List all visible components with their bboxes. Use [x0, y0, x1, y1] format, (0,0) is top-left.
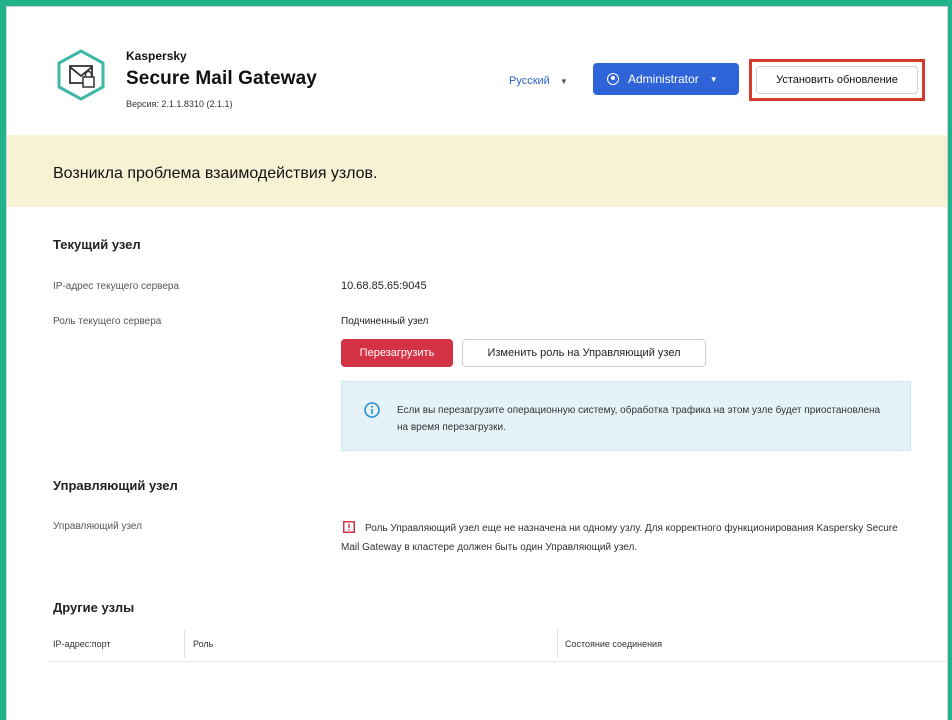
current-role-label: Роль текущего сервера [53, 316, 162, 327]
app-window: Kaspersky Secure Mail Gateway Версия: 2.… [6, 6, 948, 720]
admin-label: Administrator [628, 72, 699, 86]
info-icon [364, 402, 380, 418]
current-node-heading: Текущий узел [53, 237, 141, 252]
current-ip-value: 10.68.85.65:9045 [341, 280, 427, 292]
language-selector[interactable]: Русский ▼ [509, 75, 568, 87]
user-circle-icon [607, 73, 619, 85]
chevron-down-icon: ▼ [559, 76, 568, 86]
admin-menu-button[interactable]: Administrator ▼ [593, 63, 739, 95]
warning-icon [343, 520, 355, 533]
column-header-ip[interactable]: IP-адрес:порт [53, 639, 111, 649]
column-header-role[interactable]: Роль [193, 639, 213, 649]
control-node-heading: Управляющий узел [53, 478, 178, 493]
product-title: Secure Mail Gateway [126, 68, 317, 89]
alert-banner-text: Возникла проблема взаимодействия узлов. [53, 165, 378, 182]
current-role-value: Подчиненный узел [341, 316, 429, 327]
table-header-divider [47, 661, 947, 662]
column-header-connection-state[interactable]: Состояние соединения [565, 639, 662, 649]
info-message-text: Если вы перезагрузите операционную систе… [397, 405, 881, 433]
install-update-button[interactable]: Установить обновление [756, 66, 918, 94]
change-role-button[interactable]: Изменить роль на Управляющий узел [462, 339, 706, 367]
info-message: Если вы перезагрузите операционную систе… [341, 381, 911, 451]
column-divider [184, 630, 185, 658]
brand-vendor: Kaspersky [126, 49, 187, 63]
column-divider [557, 630, 558, 658]
alert-banner: Возникла проблема взаимодействия узлов. [7, 135, 947, 207]
control-node-warning-text: Роль Управляющий узел еще не назначена н… [341, 523, 898, 553]
install-update-highlight: Установить обновление [749, 59, 925, 101]
mail-shield-icon [55, 49, 107, 101]
control-node-label: Управляющий узел [53, 521, 142, 532]
current-ip-label: IP-адрес текущего сервера [53, 281, 180, 292]
language-label: Русский [509, 75, 550, 87]
chevron-down-icon: ▼ [709, 74, 718, 84]
version-text: Версия: 2.1.1.8310 (2.1.1) [126, 99, 233, 109]
reboot-button[interactable]: Перезагрузить [341, 339, 453, 367]
other-nodes-heading: Другие узлы [53, 600, 135, 615]
